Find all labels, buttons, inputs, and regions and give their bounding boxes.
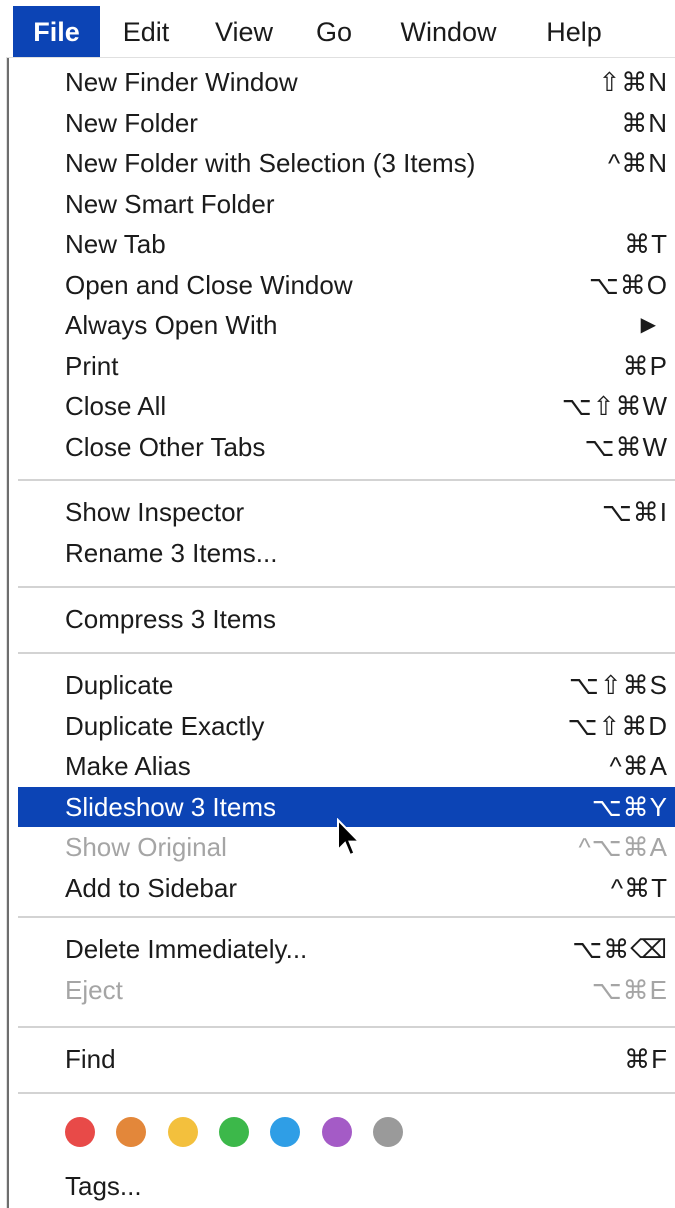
menu-item-eject: Eject ⌥⌘E [18,970,675,1010]
keyboard-shortcut: ⌘N [621,107,668,138]
menu-separator [18,1092,675,1094]
menu-item-label: Find [65,1044,116,1074]
menu-item-close-other-tabs[interactable]: Close Other Tabs ⌥⌘W [18,427,675,467]
keyboard-shortcut: ^⌘N [608,148,668,178]
keyboard-shortcut: ⌘P [622,350,668,381]
menu-item-rename-3-items[interactable]: Rename 3 Items... [18,533,675,573]
keyboard-shortcut: ⌥⌘I [601,497,668,527]
menubar-item-file[interactable]: File [13,6,100,58]
menu-item-add-to-sidebar[interactable]: Add to Sidebar ^⌘T [18,868,675,908]
menu-item-duplicate-exactly[interactable]: Duplicate Exactly ⌥⇧⌘D [18,706,675,746]
tag-color-dot[interactable] [219,1117,249,1147]
menu-item-new-folder-with-selection-3-items[interactable]: New Folder with Selection (3 Items) ^⌘N [18,143,675,183]
keyboard-shortcut: ^⌥⌘A [578,832,668,862]
keyboard-shortcut: ⌥⇧⌘S [568,670,668,700]
menu-item-new-finder-window[interactable]: New Finder Window ⇧⌘N [18,62,675,102]
menu-item-show-inspector[interactable]: Show Inspector ⌥⌘I [18,492,675,532]
tag-color-dot[interactable] [373,1117,403,1147]
menu-item-label: Always Open With [65,310,278,340]
menu-item-new-folder[interactable]: New Folder ⌘N [18,103,675,143]
menu-item-label: Rename 3 Items... [65,537,278,568]
menu-item-label: Show Inspector [65,497,245,527]
keyboard-shortcut: ⌥⌘E [591,974,668,1005]
menu-item-delete-immediately[interactable]: Delete Immediately... ⌥⌘⌫ [18,929,675,969]
tag-color-dot[interactable] [270,1117,300,1147]
menu-item-label: Print [65,350,119,381]
menu-item-label: New Folder with Selection (3 Items) [65,148,476,178]
menu-item-label: Open and Close Window [65,269,353,300]
menu-item-label: New Folder [65,107,198,138]
keyboard-shortcut: ⌥⌘Y [591,791,668,822]
mouse-pointer-icon [337,818,362,857]
menu-item-label: New Smart Folder [65,188,275,219]
menu-separator [18,916,675,918]
menu-separator [18,652,675,654]
keyboard-shortcut: ⌘T [624,229,668,259]
menu-item-label: Eject [65,974,123,1005]
menu-item-label: New Finder Window [65,67,298,97]
keyboard-shortcut: ^⌘A [609,751,668,781]
menu-item-label: Close Other Tabs [65,431,266,462]
menu-item-always-open-with[interactable]: Always Open With ▶ [18,305,675,345]
keyboard-shortcut: ⌘F [624,1044,668,1074]
tag-color-dot[interactable] [65,1117,95,1147]
menu-separator [18,1026,675,1028]
keyboard-shortcut: ⌥⇧⌘W [561,391,668,421]
menubar-item-go[interactable]: Go [300,6,368,58]
menu-item-duplicate[interactable]: Duplicate ⌥⇧⌘S [18,665,675,705]
menu-item-label: Slideshow 3 Items [65,791,276,822]
menu-item-label: Duplicate Exactly [65,710,265,741]
keyboard-shortcut: ⌥⌘⌫ [572,934,668,964]
tag-color-dot[interactable] [116,1117,146,1147]
menu-item-label: Tags... [65,1171,142,1201]
menubar-item-help[interactable]: Help [527,6,621,58]
menu-item-label: Duplicate [65,670,174,700]
tag-color-dot[interactable] [322,1117,352,1147]
keyboard-shortcut: ⌥⌘W [584,431,668,462]
menu-item-print[interactable]: Print ⌘P [18,346,675,386]
keyboard-shortcut: ⌥⇧⌘D [567,710,668,741]
menu-item-compress-3-items[interactable]: Compress 3 Items [18,599,675,639]
submenu-arrow-icon: ▶ [640,314,657,336]
menu-item-label: Make Alias [65,751,191,781]
menu-item-new-tab[interactable]: New Tab ⌘T [18,224,675,264]
keyboard-shortcut: ^⌘T [610,872,668,903]
menu-item-make-alias[interactable]: Make Alias ^⌘A [18,746,675,786]
menubar-item-window[interactable]: Window [380,6,517,58]
menu-item-label: Compress 3 Items [65,604,276,634]
menubar-item-view[interactable]: View [198,6,290,58]
menu-bar: File Edit View Go Window Help [0,0,675,62]
menu-item-find[interactable]: Find ⌘F [18,1039,675,1079]
keyboard-shortcut: ⇧⌘N [598,67,668,97]
menubar-item-edit[interactable]: Edit [103,6,189,58]
menu-item-label: Show Original [65,832,227,862]
menu-item-label: Delete Immediately... [65,934,308,964]
menu-separator [18,586,675,588]
menu-item-new-smart-folder[interactable]: New Smart Folder [18,184,675,224]
menu-item-tags[interactable]: Tags... [18,1166,675,1206]
menu-item-label: Add to Sidebar [65,872,238,903]
keyboard-shortcut: ⌥⌘O [588,269,668,300]
menu-separator [18,479,675,481]
tag-color-dot[interactable] [168,1117,198,1147]
menu-item-label: New Tab [65,229,166,259]
file-menu: New Finder Window ⇧⌘N New Folder ⌘N New Fold… [7,58,675,1208]
menu-item-label: Close All [65,391,167,421]
menu-item-open-and-close-window[interactable]: Open and Close Window ⌥⌘O [18,265,675,305]
menu-item-close-all[interactable]: Close All ⌥⇧⌘W [18,386,675,426]
